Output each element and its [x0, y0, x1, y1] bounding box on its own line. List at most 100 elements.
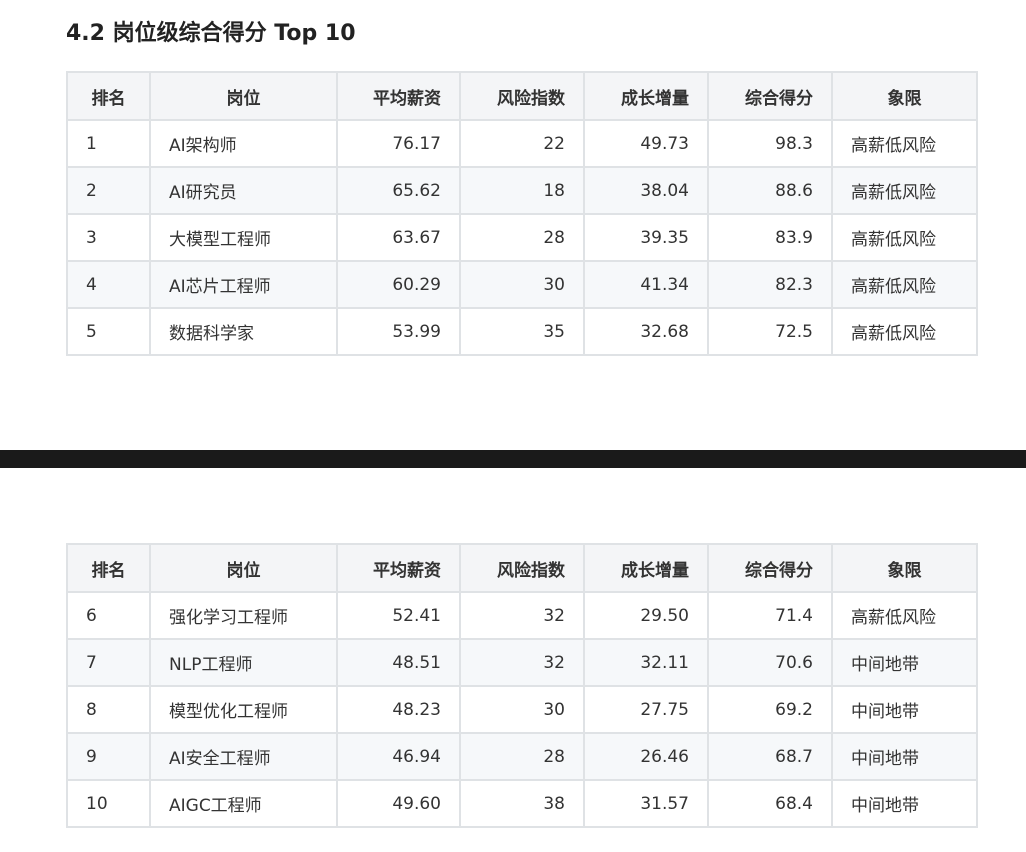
cell-risk-index: 38 — [459, 779, 585, 828]
cell-total-score: 71.4 — [707, 591, 833, 640]
cell-rank: 7 — [66, 638, 151, 687]
cell-position: 模型优化工程师 — [149, 685, 338, 734]
cell-growth: 26.46 — [583, 732, 709, 781]
cell-total-score: 68.4 — [707, 779, 833, 828]
cell-total-score: 83.9 — [707, 213, 833, 262]
header-rank: 排名 — [66, 71, 151, 121]
cell-growth: 31.57 — [583, 779, 709, 828]
header-total-score: 综合得分 — [707, 71, 833, 121]
cell-risk-index: 28 — [459, 732, 585, 781]
cell-growth: 38.04 — [583, 166, 709, 215]
cell-rank: 6 — [66, 591, 151, 640]
cell-avg-salary: 52.41 — [336, 591, 461, 640]
header-avg-salary: 平均薪资 — [336, 71, 461, 121]
cell-position: AIGC工程师 — [149, 779, 338, 828]
cell-quadrant: 高薪低风险 — [831, 260, 978, 309]
cell-growth: 39.35 — [583, 213, 709, 262]
cell-growth: 27.75 — [583, 685, 709, 734]
cell-position: 数据科学家 — [149, 307, 338, 356]
cell-quadrant: 中间地带 — [831, 779, 978, 828]
table-row: 2 AI研究员 65.62 18 38.04 88.6 高薪低风险 — [66, 166, 978, 215]
cell-rank: 8 — [66, 685, 151, 734]
header-avg-salary: 平均薪资 — [336, 543, 461, 593]
cell-avg-salary: 76.17 — [336, 119, 461, 168]
cell-growth: 49.73 — [583, 119, 709, 168]
cell-risk-index: 18 — [459, 166, 585, 215]
cell-rank: 5 — [66, 307, 151, 356]
cell-risk-index: 22 — [459, 119, 585, 168]
cell-avg-salary: 60.29 — [336, 260, 461, 309]
cell-risk-index: 35 — [459, 307, 585, 356]
header-growth: 成长增量 — [583, 543, 709, 593]
table-row: 4 AI芯片工程师 60.29 30 41.34 82.3 高薪低风险 — [66, 260, 978, 309]
cell-position: 强化学习工程师 — [149, 591, 338, 640]
header-risk-index: 风险指数 — [459, 543, 585, 593]
cell-quadrant: 中间地带 — [831, 732, 978, 781]
cell-position: AI研究员 — [149, 166, 338, 215]
cell-rank: 4 — [66, 260, 151, 309]
table-row: 3 大模型工程师 63.67 28 39.35 83.9 高薪低风险 — [66, 213, 978, 262]
cell-avg-salary: 49.60 — [336, 779, 461, 828]
cell-total-score: 68.7 — [707, 732, 833, 781]
cell-risk-index: 30 — [459, 260, 585, 309]
cell-position: NLP工程师 — [149, 638, 338, 687]
cell-risk-index: 32 — [459, 638, 585, 687]
cell-quadrant: 高薪低风险 — [831, 119, 978, 168]
header-quadrant: 象限 — [831, 543, 978, 593]
cell-avg-salary: 46.94 — [336, 732, 461, 781]
cell-quadrant: 中间地带 — [831, 685, 978, 734]
cell-quadrant: 高薪低风险 — [831, 166, 978, 215]
cell-growth: 32.11 — [583, 638, 709, 687]
cell-position: AI芯片工程师 — [149, 260, 338, 309]
header-risk-index: 风险指数 — [459, 71, 585, 121]
header-growth: 成长增量 — [583, 71, 709, 121]
cell-total-score: 88.6 — [707, 166, 833, 215]
table-row: 8 模型优化工程师 48.23 30 27.75 69.2 中间地带 — [66, 685, 978, 734]
cell-quadrant: 高薪低风险 — [831, 591, 978, 640]
cell-avg-salary: 63.67 — [336, 213, 461, 262]
page-divider — [0, 450, 1026, 468]
cell-position: AI架构师 — [149, 119, 338, 168]
table-row: 6 强化学习工程师 52.41 32 29.50 71.4 高薪低风险 — [66, 591, 978, 640]
header-rank: 排名 — [66, 543, 151, 593]
score-table-page-2: 排名 岗位 平均薪资 风险指数 成长增量 综合得分 象限 6 强化学习工程师 5… — [66, 543, 978, 828]
section-title: 4.2 岗位级综合得分 Top 10 — [66, 21, 356, 46]
header-total-score: 综合得分 — [707, 543, 833, 593]
cell-total-score: 69.2 — [707, 685, 833, 734]
header-position: 岗位 — [149, 71, 338, 121]
cell-total-score: 70.6 — [707, 638, 833, 687]
table-row: 7 NLP工程师 48.51 32 32.11 70.6 中间地带 — [66, 638, 978, 687]
cell-growth: 32.68 — [583, 307, 709, 356]
cell-rank: 3 — [66, 213, 151, 262]
cell-growth: 41.34 — [583, 260, 709, 309]
cell-avg-salary: 53.99 — [336, 307, 461, 356]
cell-total-score: 72.5 — [707, 307, 833, 356]
cell-avg-salary: 65.62 — [336, 166, 461, 215]
table-header-row: 排名 岗位 平均薪资 风险指数 成长增量 综合得分 象限 — [66, 71, 978, 121]
cell-risk-index: 28 — [459, 213, 585, 262]
cell-rank: 10 — [66, 779, 151, 828]
table-row: 10 AIGC工程师 49.60 38 31.57 68.4 中间地带 — [66, 779, 978, 828]
score-table-page-1: 排名 岗位 平均薪资 风险指数 成长增量 综合得分 象限 1 AI架构师 76.… — [66, 71, 978, 356]
cell-position: AI安全工程师 — [149, 732, 338, 781]
cell-position: 大模型工程师 — [149, 213, 338, 262]
cell-quadrant: 高薪低风险 — [831, 307, 978, 356]
table-row: 1 AI架构师 76.17 22 49.73 98.3 高薪低风险 — [66, 119, 978, 168]
cell-total-score: 98.3 — [707, 119, 833, 168]
table-row: 5 数据科学家 53.99 35 32.68 72.5 高薪低风险 — [66, 307, 978, 356]
cell-avg-salary: 48.51 — [336, 638, 461, 687]
cell-risk-index: 32 — [459, 591, 585, 640]
header-quadrant: 象限 — [831, 71, 978, 121]
cell-total-score: 82.3 — [707, 260, 833, 309]
cell-growth: 29.50 — [583, 591, 709, 640]
cell-risk-index: 30 — [459, 685, 585, 734]
table-row: 9 AI安全工程师 46.94 28 26.46 68.7 中间地带 — [66, 732, 978, 781]
header-position: 岗位 — [149, 543, 338, 593]
cell-rank: 9 — [66, 732, 151, 781]
cell-quadrant: 中间地带 — [831, 638, 978, 687]
cell-avg-salary: 48.23 — [336, 685, 461, 734]
cell-quadrant: 高薪低风险 — [831, 213, 978, 262]
cell-rank: 2 — [66, 166, 151, 215]
cell-rank: 1 — [66, 119, 151, 168]
table-header-row: 排名 岗位 平均薪资 风险指数 成长增量 综合得分 象限 — [66, 543, 978, 593]
